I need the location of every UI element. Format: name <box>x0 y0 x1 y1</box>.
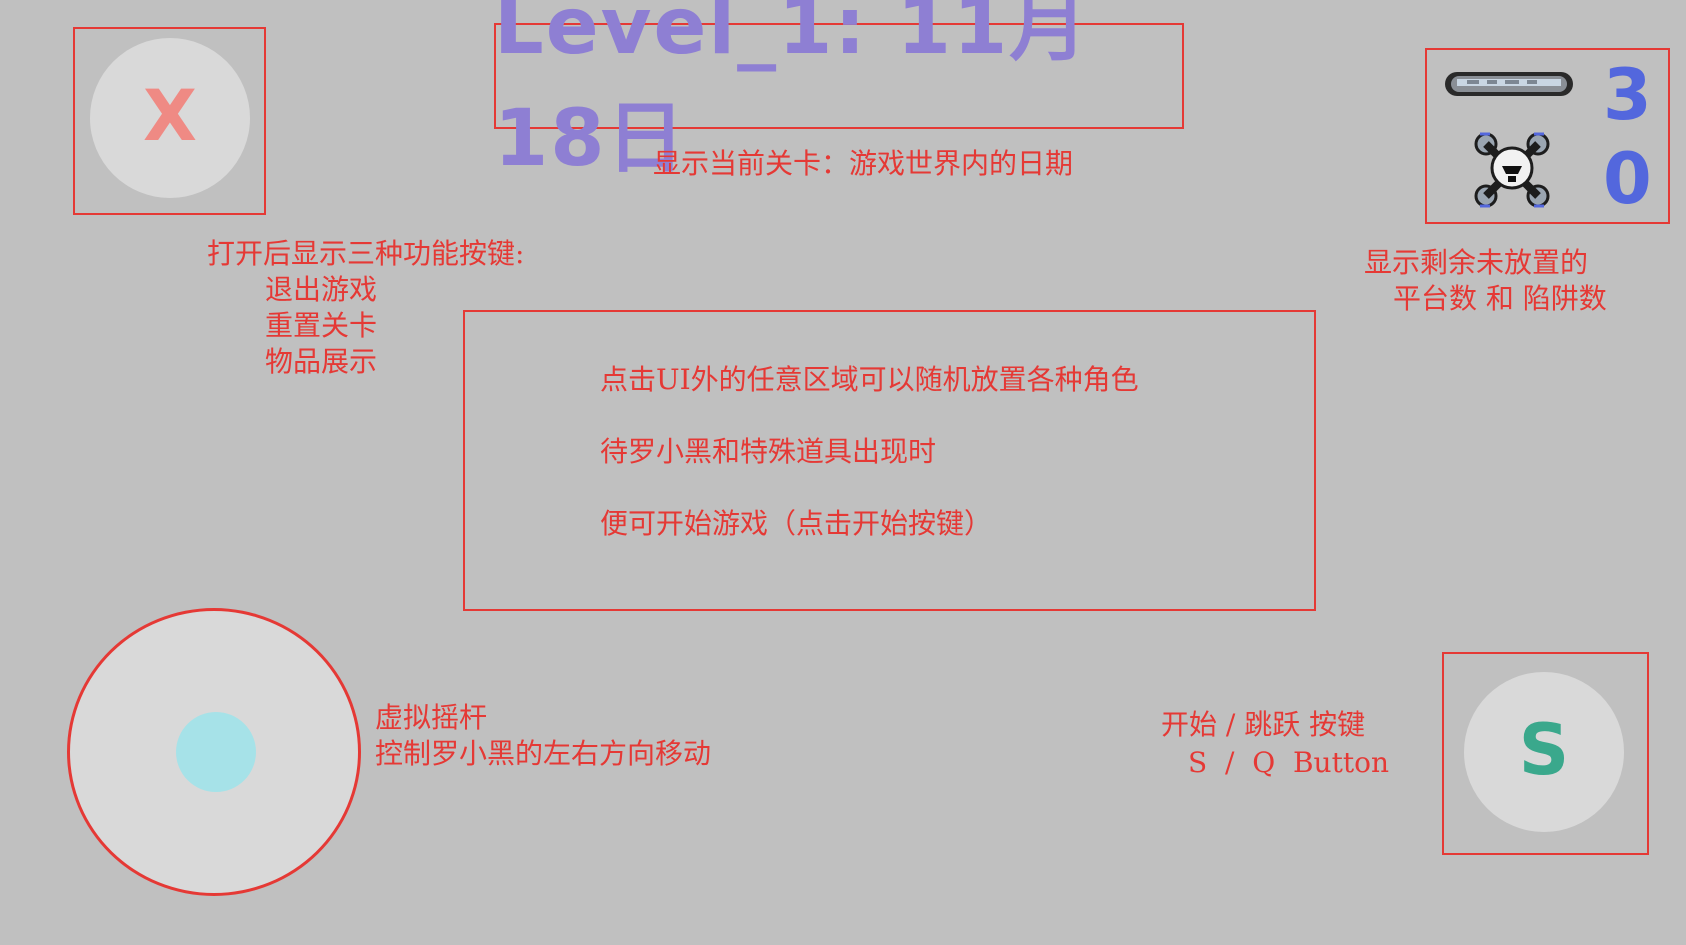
trap-count: 0 <box>1603 138 1652 220</box>
start-caption-line2: S / Q Button <box>1188 746 1389 779</box>
center-info-line3: 便可开始游戏（点击开始按键） <box>600 507 993 540</box>
level-title: Level_1: 11月18日 <box>494 0 1090 184</box>
platform-count: 3 <box>1603 54 1652 136</box>
counter-caption-line2: 平台数 和 陷阱数 <box>1393 282 1607 315</box>
start-icon: S <box>1518 709 1570 791</box>
close-button[interactable]: X <box>90 38 250 198</box>
platform-icon <box>1445 72 1573 96</box>
menu-caption-line1: 打开后显示三种功能按键: <box>207 237 525 270</box>
menu-caption-line4: 物品展示 <box>265 345 378 378</box>
joystick-caption-line1: 虚拟摇杆 <box>375 701 488 734</box>
start-jump-button[interactable]: S <box>1464 672 1624 832</box>
menu-caption-line2: 退出游戏 <box>265 273 378 306</box>
start-caption-line1: 开始 / 跳跃 按键 <box>1161 708 1366 741</box>
trap-icon <box>1474 132 1550 208</box>
joystick-knob[interactable] <box>176 712 256 792</box>
title-caption: 显示当前关卡：游戏世界内的日期 <box>653 147 1074 180</box>
close-icon: X <box>143 75 197 157</box>
menu-caption-line3: 重置关卡 <box>265 309 378 342</box>
center-info-line1: 点击UI外的任意区域可以随机放置各种角色 <box>600 363 1139 396</box>
center-info-line2: 待罗小黑和特殊道具出现时 <box>600 435 937 468</box>
joystick-caption-line2: 控制罗小黑的左右方向移动 <box>375 737 712 770</box>
counter-caption-line1: 显示剩余未放置的 <box>1364 246 1589 279</box>
